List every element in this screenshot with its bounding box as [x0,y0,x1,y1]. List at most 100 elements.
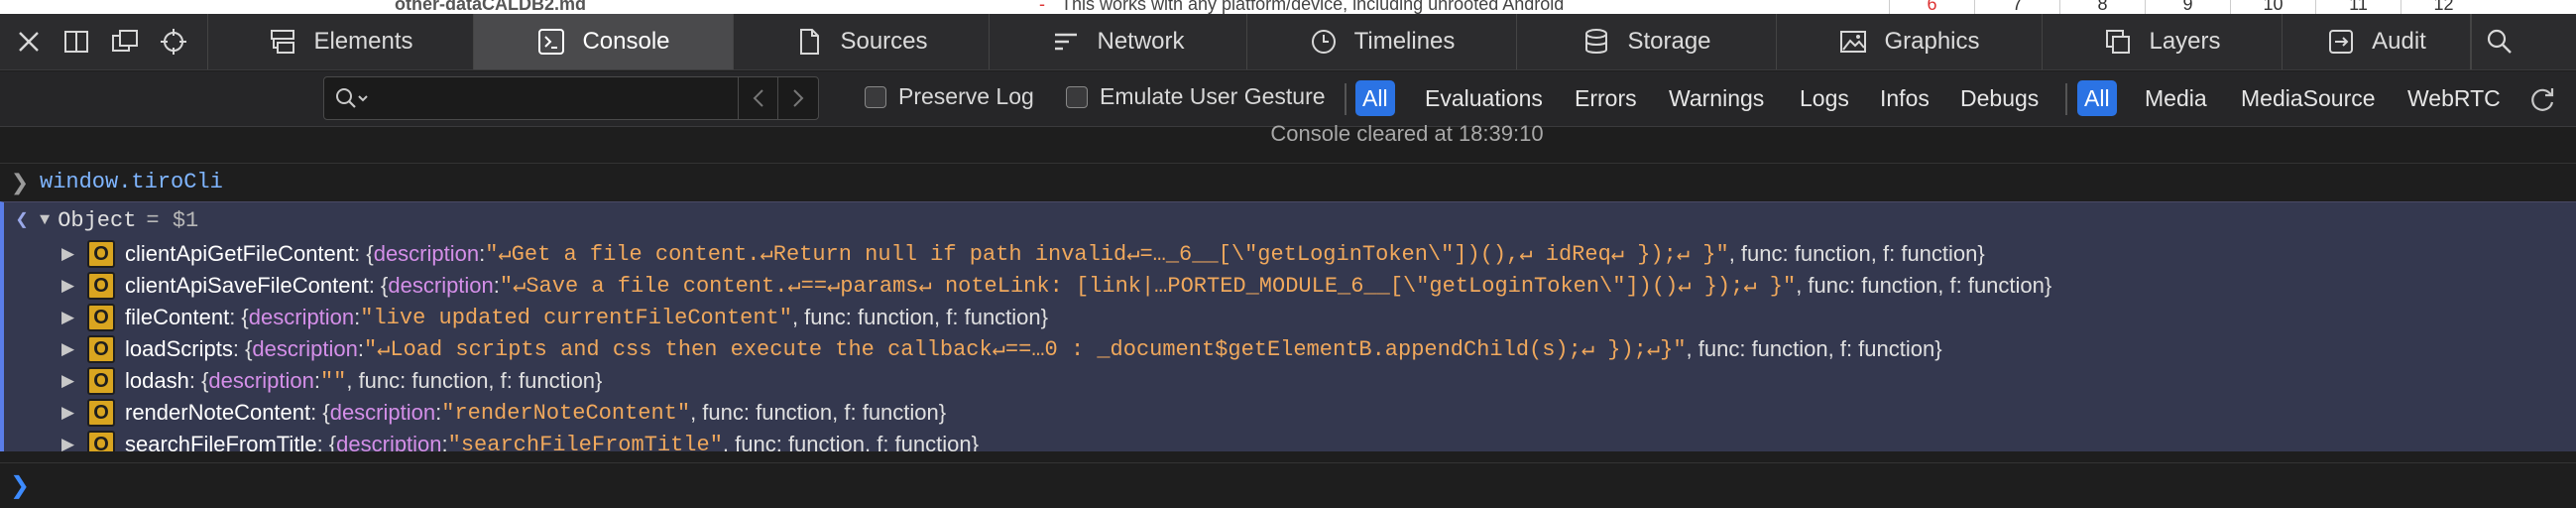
object-property-row[interactable]: ▶ OloadScripts: {description: "↵Load scri… [4,333,2576,365]
preserve-log-checkbox[interactable]: Preserve Log [865,83,1034,110]
console-prompt-input[interactable] [40,463,2576,508]
background-number: 7 [1974,0,2059,14]
disclosure-closed-icon[interactable]: ▶ [61,308,87,327]
property-name: clientApiGetFileContent [125,241,355,266]
property-tail: , func: function, f: function} [722,432,979,451]
checkbox-label: Preserve Log [898,83,1034,109]
object-badge: O [87,304,115,331]
detach-window-icon[interactable] [109,27,141,57]
object-badge: O [87,272,115,300]
console-filter-input[interactable] [370,77,738,119]
tab-layers[interactable]: Layers [2043,14,2283,69]
object-badge: O [87,399,115,427]
tab-console[interactable]: Console [474,14,734,69]
disclosure-closed-icon[interactable]: ▶ [61,371,87,391]
element-picker-icon[interactable] [159,27,188,57]
layers-icon [2103,27,2133,57]
filter-webrtc[interactable]: WebRTC [2400,80,2508,116]
input-chevron-icon: ❯ [10,169,30,194]
description-value: "↵Get a file content.↵Return null if pat… [485,242,1729,267]
property-tail: , func: function, f: function} [690,400,947,425]
emulate-user-gesture-checkbox[interactable]: Emulate User Gesture [1066,83,1326,110]
elements-icon [268,27,297,57]
object-header[interactable]: ❮ ▼ Object = $1 [4,202,2576,238]
property-tail: , func: function, f: function} [791,305,1049,329]
description-value: "" [319,368,347,394]
console-log-area: Console cleared at 18:39:10 ❯ window.tir… [0,121,2576,508]
tab-label: Timelines [1353,28,1456,55]
property-name: clientApiSaveFileContent [125,273,369,298]
property-name: fileContent [125,305,230,329]
console-icon [536,27,566,57]
property-name: lodash [125,368,189,393]
tab-label: Sources [840,28,928,55]
object-property-row[interactable]: ▶ OclientApiGetFileContent: {description:… [4,238,2576,270]
property-name: searchFileFromTitle [125,432,317,451]
filter-media[interactable]: Media [2138,80,2214,116]
tab-sources[interactable]: Sources [734,14,990,69]
property-tail: , func: function, f: function} [1796,273,2052,298]
filter-infos[interactable]: Infos [1873,80,1936,116]
network-icon [1051,27,1081,57]
console-result-entry: ❮ ▼ Object = $1 ▶ OclientApiGetFileConten… [0,201,2576,451]
object-property-row[interactable]: ▶ OrenderNoteContent: {description: "rend… [4,397,2576,429]
filter-source-all[interactable]: All [2077,80,2117,116]
filter-level-all[interactable]: All [1355,80,1395,116]
tab-network[interactable]: Network [990,14,1247,69]
devtools-tab-bar: Elements Console Sources Network Timelin… [0,14,2576,70]
close-icon[interactable] [14,27,44,57]
background-number: 8 [2059,0,2145,14]
description-value: "live updated currentFileContent" [360,305,792,330]
disclosure-closed-icon[interactable]: ▶ [61,339,87,359]
object-type: Object [58,207,137,233]
object-badge: O [87,367,115,395]
background-diff-marker: - [1039,0,1045,14]
checkbox-box[interactable] [1066,85,1088,108]
background-number: 6 [1889,0,1974,14]
next-match-icon[interactable] [778,77,818,119]
object-property-row[interactable]: ▶ OfileContent: {description: "live updat… [4,302,2576,333]
disclosure-closed-icon[interactable]: ▶ [61,403,87,423]
property-punct: : { [316,432,337,451]
disclosure-closed-icon[interactable]: ▶ [61,276,87,296]
sources-icon [794,27,824,57]
object-property-row[interactable]: ▶ OclientApiSaveFileContent: {description… [4,270,2576,302]
disclosure-open-icon[interactable]: ▼ [40,211,50,230]
filter-logs[interactable]: Logs [1793,80,1856,116]
background-number: 11 [2315,0,2400,14]
filter-divider [2065,83,2067,115]
tab-storage[interactable]: Storage [1517,14,1777,69]
filter-errors[interactable]: Errors [1568,80,1644,116]
property-punct: : { [229,305,249,329]
filter-evaluations[interactable]: Evaluations [1418,80,1550,116]
property-tail: , func: function, f: function} [1686,336,1942,361]
tab-graphics[interactable]: Graphics [1777,14,2043,69]
reload-icon[interactable] [2526,83,2558,115]
tab-timelines[interactable]: Timelines [1247,14,1517,69]
filter-mediasource[interactable]: MediaSource [2234,80,2383,116]
checkbox-box[interactable] [865,85,886,108]
filter-debugs[interactable]: Debugs [1953,80,2046,116]
disclosure-closed-icon[interactable]: ▶ [61,244,87,264]
dock-side-icon[interactable] [61,27,91,57]
description-key: description [373,241,480,266]
dock-controls [0,14,208,69]
console-command[interactable]: window.tiroCli [40,170,223,194]
timelines-icon [1309,27,1339,57]
tab-audit[interactable]: Audit [2283,14,2471,69]
previous-match-icon[interactable] [739,77,778,119]
object-badge: O [87,431,115,451]
tab-label: Console [582,28,670,55]
disclosure-closed-icon[interactable]: ▶ [61,435,87,451]
description-value: "searchFileFromTitle" [447,432,723,452]
object-var-label: = $1 [146,207,199,233]
object-property-row[interactable]: ▶ Olodash: {description: "", func: functi… [4,365,2576,397]
property-punct: : { [354,241,374,266]
tab-elements[interactable]: Elements [208,14,474,69]
object-property-row[interactable]: ▶ OsearchFileFromTitle: {description: "se… [4,429,2576,451]
graphics-icon [1838,27,1868,57]
description-key: description [208,368,314,393]
console-input-entry: ❯ window.tiroCli [0,163,2576,200]
filter-warnings[interactable]: Warnings [1662,80,1771,116]
search-tab-button[interactable] [2471,14,2526,69]
